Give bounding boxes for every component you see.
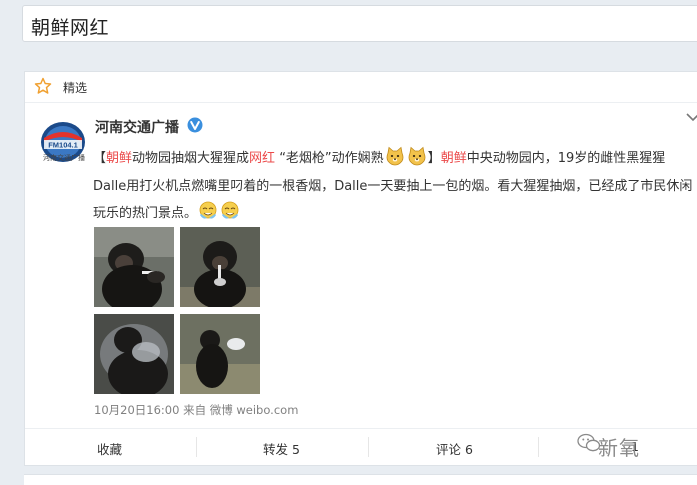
user-name[interactable]: 河南交通广播 xyxy=(95,117,179,137)
divider xyxy=(538,437,539,457)
post-image-3[interactable] xyxy=(94,314,174,394)
star-icon xyxy=(34,77,52,94)
divider xyxy=(196,437,197,457)
favorite-button[interactable]: 收藏 xyxy=(97,439,122,458)
avatar-text: FM104.1 xyxy=(48,141,78,150)
doge-emoji-icon xyxy=(408,146,426,166)
post-text: 【朝鲜动物园抽烟大猩猩成网红 “老烟枪”动作娴熟 】朝鲜中央动物园内，19岁的雌性… xyxy=(93,145,693,228)
topic-link[interactable]: 朝鲜 xyxy=(441,151,467,166)
verified-badge-icon xyxy=(187,117,203,133)
divider xyxy=(368,437,369,457)
post-image-1[interactable] xyxy=(94,227,174,307)
comment-button[interactable]: 评论 6 xyxy=(436,439,473,458)
search-bar[interactable]: 朝鲜网红 xyxy=(22,5,697,42)
post-image-4[interactable] xyxy=(180,314,260,394)
featured-tag-row: 精选 xyxy=(25,72,697,103)
repost-button[interactable]: 转发 5 xyxy=(263,439,300,458)
topic-link[interactable]: 朝鲜 xyxy=(106,151,132,166)
post-meta: 10月20日16:00 来自 微博 weibo.com xyxy=(94,403,299,417)
avatar[interactable]: FM104.1 xyxy=(35,118,91,174)
doge-emoji-icon xyxy=(386,146,404,166)
post-image-2[interactable] xyxy=(180,227,260,307)
search-input[interactable]: 朝鲜网红 xyxy=(31,13,109,40)
featured-label: 精选 xyxy=(63,81,88,95)
next-card-edge xyxy=(24,474,697,485)
laughing-emoji-icon xyxy=(199,201,217,219)
chevron-down-icon[interactable] xyxy=(686,112,697,122)
avatar-caption: 河南交通广播 xyxy=(43,154,85,162)
topic-link[interactable]: 网红 xyxy=(249,151,275,166)
watermark-text: 新氧 xyxy=(598,436,640,460)
laughing-emoji-icon xyxy=(221,201,239,219)
feed-card: 精选 FM104.1 河南交通广播 河南交通广播 【朝鲜动物园抽烟大猩猩成网红 … xyxy=(24,71,697,466)
